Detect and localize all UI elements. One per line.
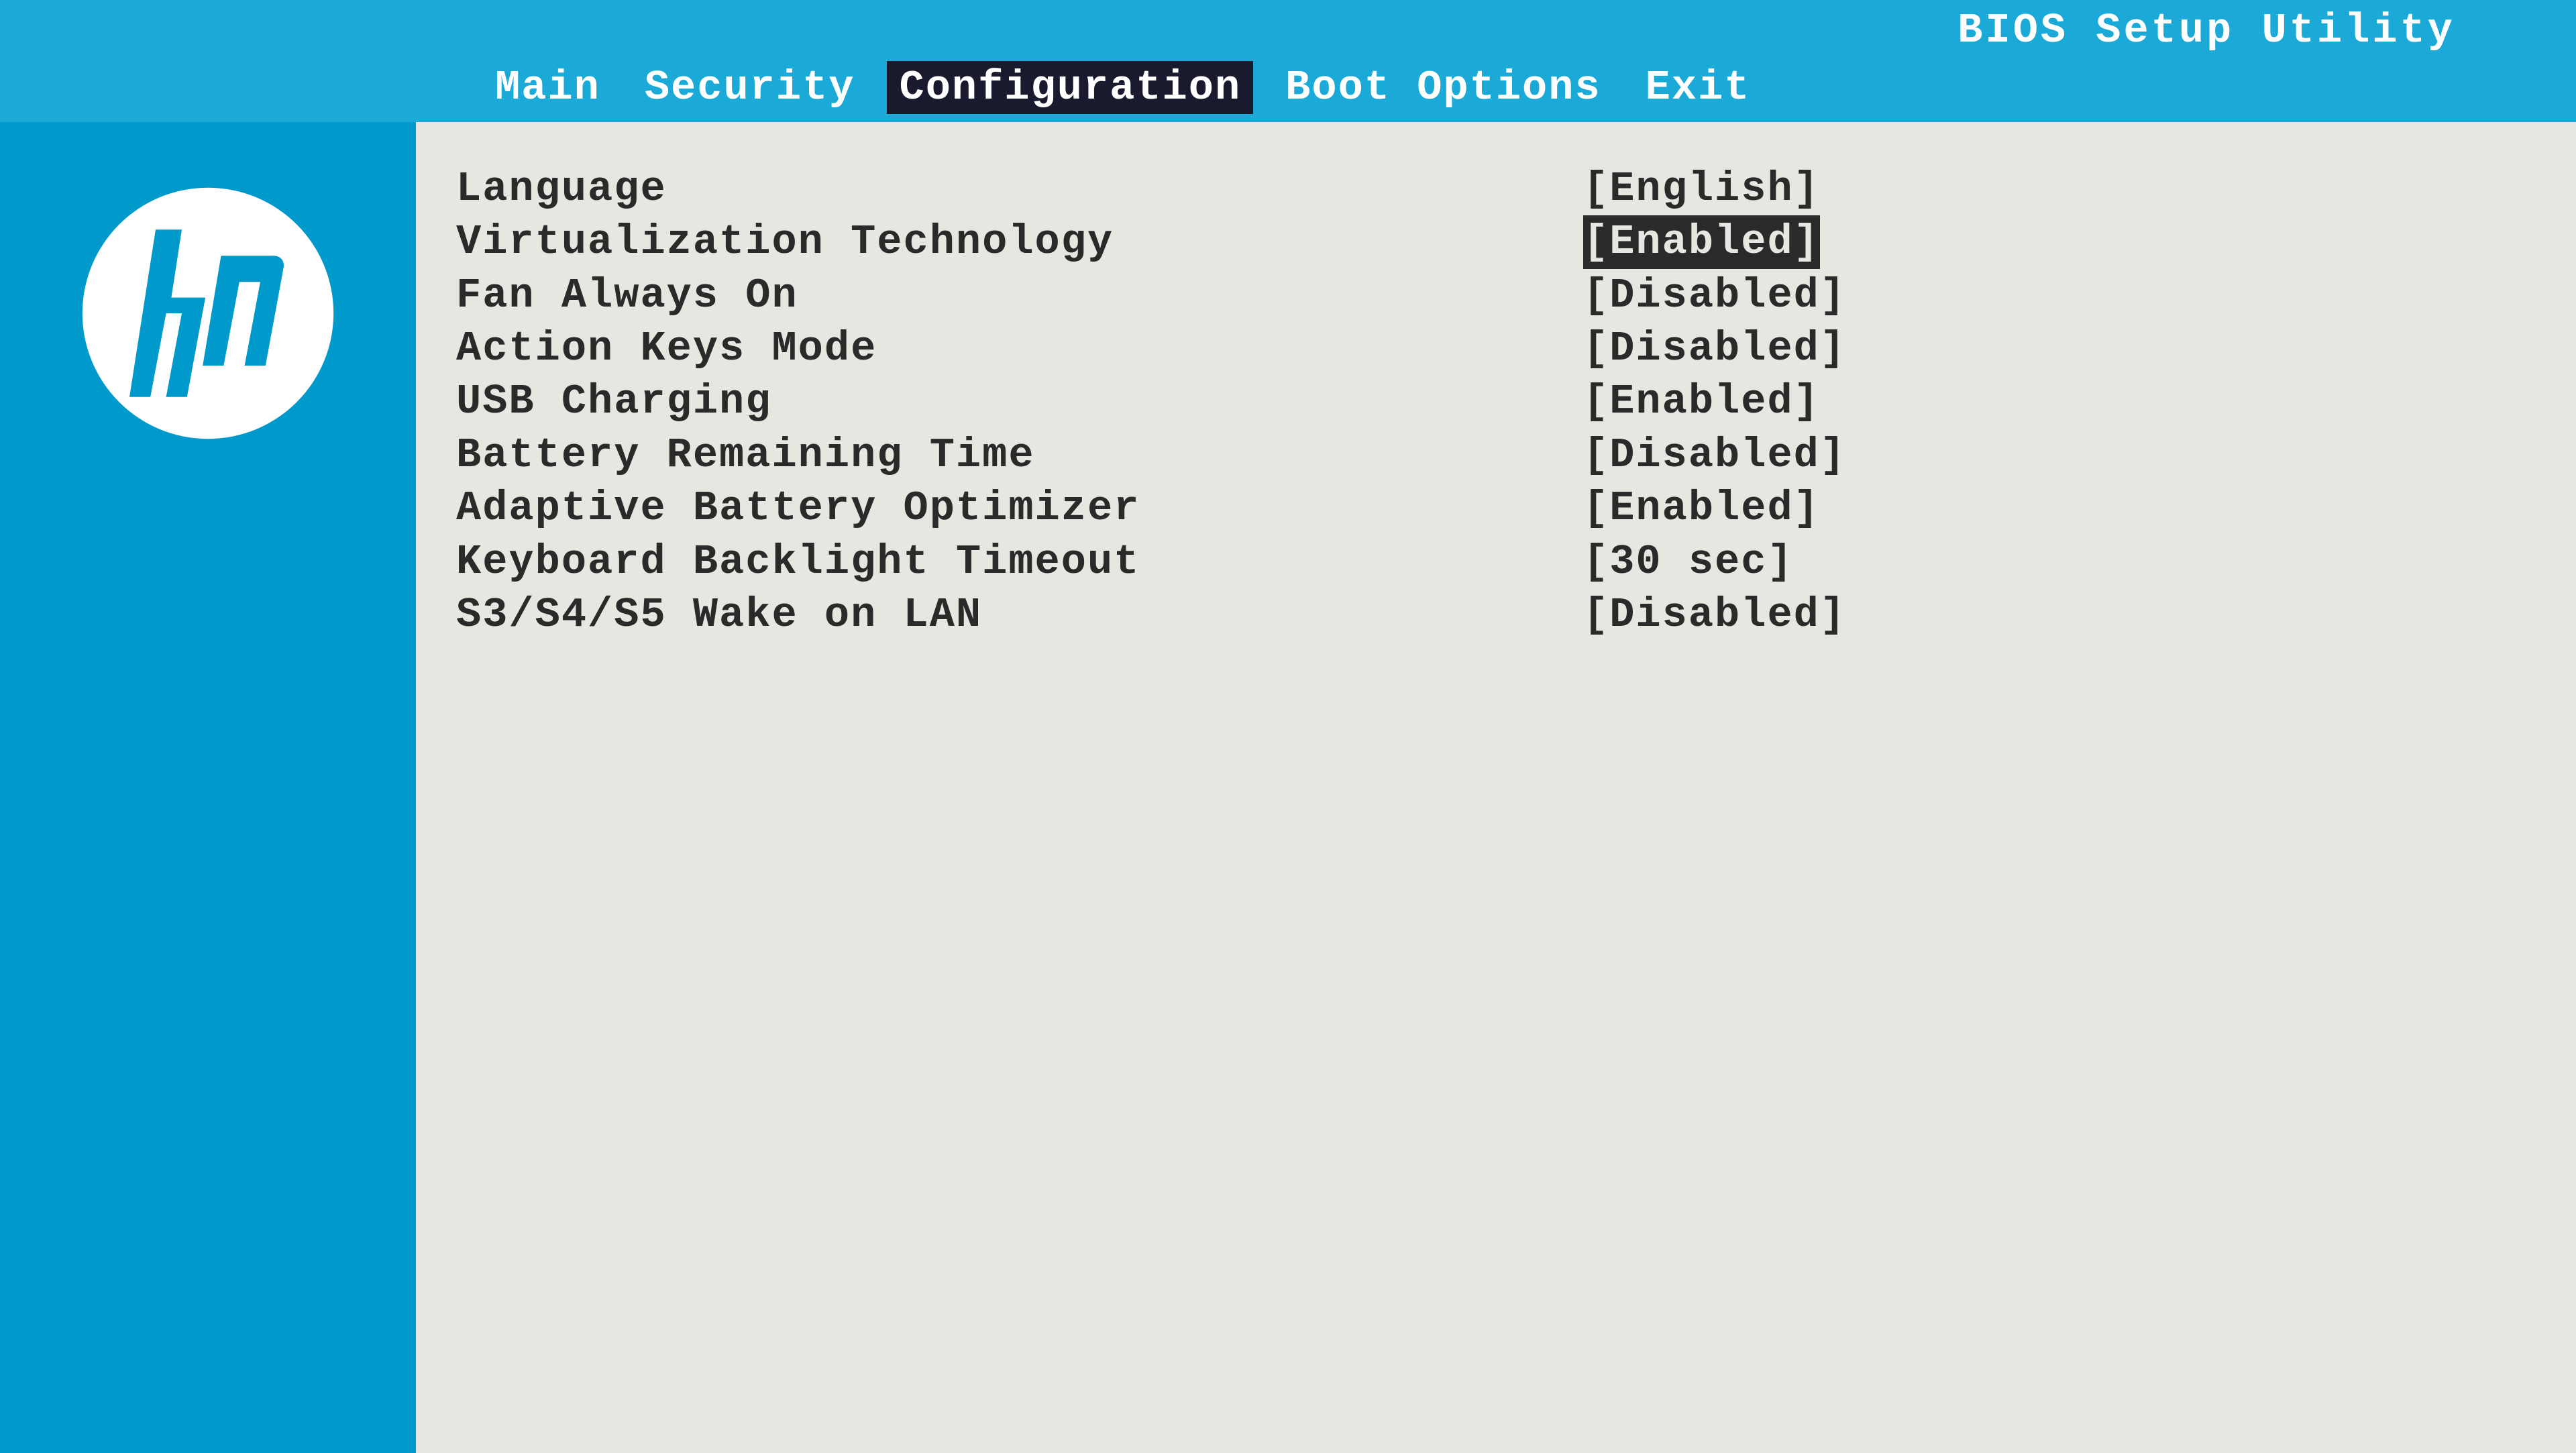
setting-label: Keyboard Backlight Timeout — [456, 535, 1583, 588]
setting-adaptive-battery-optimizer[interactable]: Adaptive Battery Optimizer [Enabled] — [456, 482, 2536, 535]
setting-language[interactable]: Language [English] — [456, 162, 2536, 215]
setting-value[interactable]: [Disabled] — [1583, 269, 1846, 322]
logo-sidebar — [0, 122, 416, 1453]
bios-header: BIOS Setup Utility Main Security Configu… — [0, 0, 2576, 122]
setting-label: S3/S4/S5 Wake on LAN — [456, 588, 1583, 641]
bios-title: BIOS Setup Utility — [0, 0, 2576, 58]
setting-value[interactable]: [Enabled] — [1583, 375, 1820, 428]
setting-action-keys-mode[interactable]: Action Keys Mode [Disabled] — [456, 322, 2536, 375]
setting-keyboard-backlight-timeout[interactable]: Keyboard Backlight Timeout [30 sec] — [456, 535, 2536, 588]
menu-boot-options[interactable]: Boot Options — [1273, 61, 1613, 114]
setting-value[interactable]: [Disabled] — [1583, 429, 1846, 482]
setting-value[interactable]: [Disabled] — [1583, 588, 1846, 641]
setting-label: Battery Remaining Time — [456, 429, 1583, 482]
setting-label: Adaptive Battery Optimizer — [456, 482, 1583, 535]
setting-label: Fan Always On — [456, 269, 1583, 322]
setting-usb-charging[interactable]: USB Charging [Enabled] — [456, 375, 2536, 428]
setting-fan-always-on[interactable]: Fan Always On [Disabled] — [456, 269, 2536, 322]
settings-panel: Language [English] Virtualization Techno… — [416, 122, 2576, 1453]
setting-label: Language — [456, 162, 1583, 215]
menu-main[interactable]: Main — [483, 61, 612, 114]
setting-label: Virtualization Technology — [456, 215, 1583, 268]
menu-configuration[interactable]: Configuration — [887, 61, 1253, 114]
setting-virtualization-technology[interactable]: Virtualization Technology [Enabled] — [456, 215, 2536, 268]
setting-battery-remaining-time[interactable]: Battery Remaining Time [Disabled] — [456, 429, 2536, 482]
main-area: Language [English] Virtualization Techno… — [0, 122, 2576, 1453]
setting-wake-on-lan[interactable]: S3/S4/S5 Wake on LAN [Disabled] — [456, 588, 2536, 641]
menu-bar: Main Security Configuration Boot Options… — [0, 58, 2576, 122]
menu-security[interactable]: Security — [633, 61, 867, 114]
setting-value[interactable]: [Disabled] — [1583, 322, 1846, 375]
setting-value[interactable]: [Enabled] — [1583, 215, 1820, 268]
setting-value[interactable]: [English] — [1583, 162, 1820, 215]
setting-label: USB Charging — [456, 375, 1583, 428]
setting-label: Action Keys Mode — [456, 322, 1583, 375]
setting-value[interactable]: [30 sec] — [1583, 535, 1794, 588]
hp-logo-icon — [77, 182, 339, 444]
setting-value[interactable]: [Enabled] — [1583, 482, 1820, 535]
menu-exit[interactable]: Exit — [1633, 61, 1763, 114]
